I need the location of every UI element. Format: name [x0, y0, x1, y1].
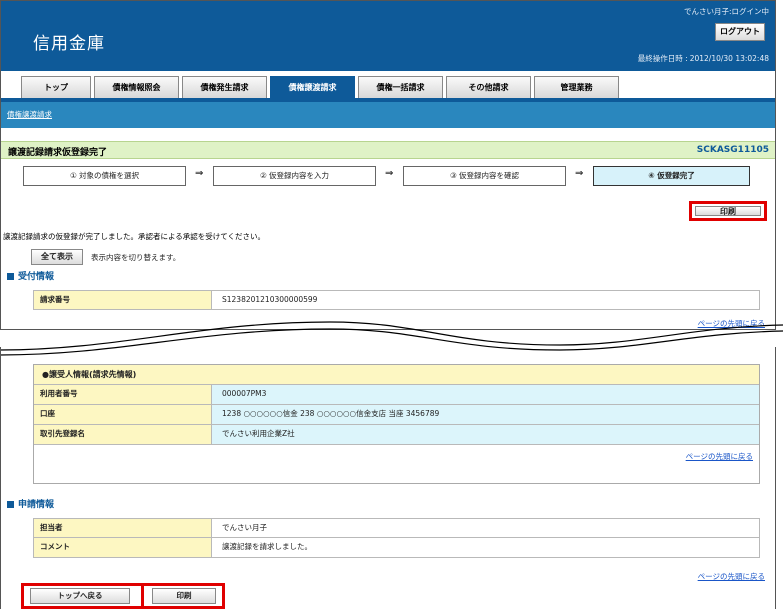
page-title-bar: 譲渡記録請求仮登録完了 SCKASG11105 [1, 141, 775, 159]
step-arrow: ⇒ [195, 168, 204, 179]
tab-claim-inquiry[interactable]: 債権情報照会 [94, 76, 179, 98]
account-row: 口座 1238 ○○○○○○信金 238 ○○○○○○信金支店 当座 34567… [34, 405, 759, 425]
square-bullet-icon [7, 273, 14, 280]
page-top-link[interactable]: ページの先頭に戻る [686, 451, 753, 462]
main-tabs: トップ 債権情報照会 債権発生請求 債権譲渡請求 債権一括請求 その他請求 管理… [21, 76, 619, 98]
page-top-link[interactable]: ページの先頭に戻る [698, 571, 765, 582]
show-all-button[interactable]: 全て表示 [31, 249, 83, 265]
step-arrow: ⇒ [575, 168, 584, 179]
top-screen-section: 信用金庫 でんさい月子:ログイン中 ログアウト 最終操作日時 :2012/10/… [0, 0, 776, 330]
print-button-top[interactable]: 印刷 [695, 206, 761, 216]
step-arrow: ⇒ [385, 168, 394, 179]
bank-name: 信用金庫 [33, 34, 105, 54]
step-confirm-details: ③ 仮登録内容を確認 [403, 166, 566, 186]
step-enter-details: ② 仮登録内容を入力 [213, 166, 376, 186]
person-in-charge-value: でんさい月子 [212, 519, 759, 537]
tab-admin[interactable]: 管理業務 [534, 76, 619, 98]
request-number-row: 請求番号 S1238201210300000599 [33, 290, 760, 310]
last-operation-label: 最終操作日時 : [637, 54, 688, 63]
reception-heading-text: 受付情報 [18, 272, 55, 282]
comment-row: コメント 譲渡記録を請求しました。 [33, 538, 760, 558]
user-number-row: 利用者番号 000007PM3 [34, 385, 759, 405]
tab-claim-transfer[interactable]: 債権譲渡請求 [270, 76, 355, 98]
breadcrumb-transfer-request[interactable]: 債権譲渡請求 [7, 109, 52, 120]
tab-top[interactable]: トップ [21, 76, 91, 98]
user-number-label: 利用者番号 [34, 385, 212, 404]
tab-bulk-request[interactable]: 債権一括請求 [358, 76, 443, 98]
print-button-highlight: 印刷 [689, 201, 767, 221]
footer-buttons-highlight: トップへ戻る 印刷 [21, 583, 225, 609]
square-bullet-icon [7, 501, 14, 508]
account-value: 1238 ○○○○○○信金 238 ○○○○○○信金支店 当座 3456789 [212, 405, 759, 424]
recipient-info-box: ●譲受人情報(請求先情報) 利用者番号 000007PM3 口座 1238 ○○… [33, 364, 760, 484]
person-in-charge-label: 担当者 [34, 519, 212, 537]
partner-name-value: でんさい利用企業Z社 [212, 425, 759, 444]
request-number-label: 請求番号 [34, 291, 212, 309]
sub-navigation: 債権譲渡請求 [1, 102, 775, 128]
page-title: 譲渡記録請求仮登録完了 [8, 148, 108, 158]
recipient-heading: ●譲受人情報(請求先情報) [34, 365, 759, 385]
highlight-divider [141, 583, 144, 609]
comment-value: 譲渡記録を請求しました。 [212, 538, 759, 557]
tab-claim-issuance[interactable]: 債権発生請求 [182, 76, 267, 98]
toggle-hint: 表示内容を切り替えます。 [91, 253, 181, 262]
comment-label: コメント [34, 538, 212, 557]
step-select-claim: ① 対象の債権を選択 [23, 166, 186, 186]
screen-id: SCKASG11105 [696, 145, 769, 155]
logout-button[interactable]: ログアウト [715, 23, 765, 41]
bottom-screen-section: ●譲受人情報(請求先情報) 利用者番号 000007PM3 口座 1238 ○○… [0, 347, 776, 609]
person-in-charge-row: 担当者 でんさい月子 [33, 518, 760, 538]
print-button-bottom[interactable]: 印刷 [152, 588, 216, 604]
last-operation-datetime: 最終操作日時 :2012/10/30 13:02:48 [638, 53, 769, 64]
partner-name-label: 取引先登録名 [34, 425, 212, 444]
completion-message: 譲渡記録請求の仮登録が完了しました。承認者による承認を受けてください。 [3, 232, 266, 241]
last-operation-value: 2012/10/30 13:02:48 [689, 54, 769, 63]
app-header: 信用金庫 でんさい月子:ログイン中 ログアウト 最終操作日時 :2012/10/… [1, 1, 775, 71]
user-number-value: 000007PM3 [212, 385, 759, 404]
partner-name-row: 取引先登録名 でんさい利用企業Z社 [34, 425, 759, 445]
login-status: でんさい月子:ログイン中 [683, 7, 769, 16]
reception-section-heading: 受付情報 [7, 269, 54, 282]
tab-other-requests[interactable]: その他請求 [446, 76, 531, 98]
back-to-top-button[interactable]: トップへ戻る [30, 588, 130, 604]
step-complete: ④ 仮登録完了 [593, 166, 750, 186]
account-label: 口座 [34, 405, 212, 424]
application-heading-text: 申請情報 [18, 500, 55, 510]
application-section-heading: 申請情報 [7, 497, 54, 510]
request-number-value: S1238201210300000599 [212, 291, 759, 309]
